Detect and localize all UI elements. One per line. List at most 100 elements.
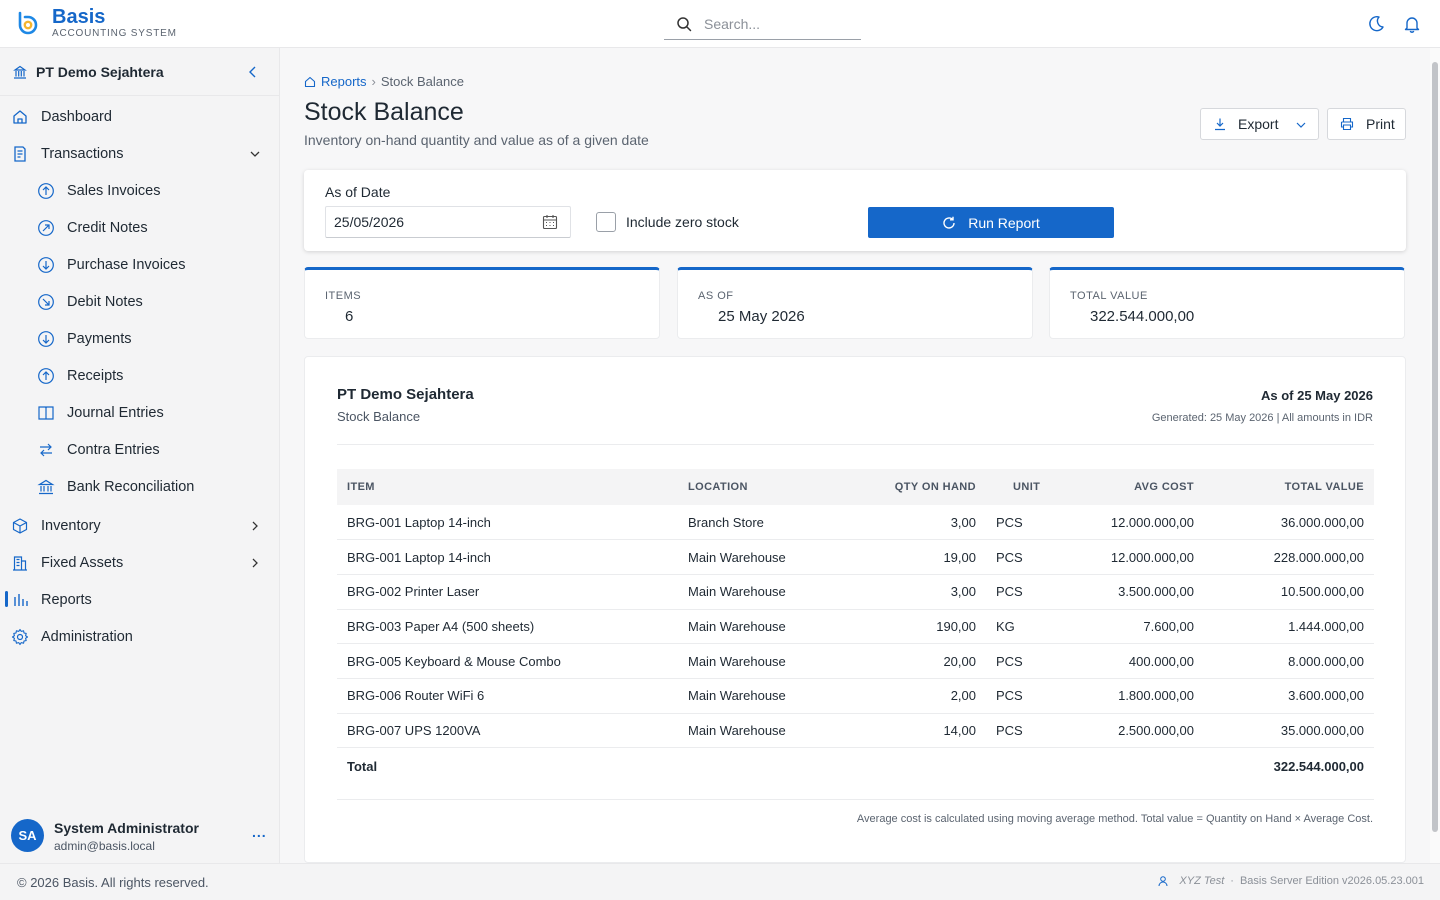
sidebar-item-inventory[interactable]: Inventory xyxy=(0,507,280,544)
sidebar-item-label: Debit Notes xyxy=(67,293,143,310)
sidebar-item-label: Inventory xyxy=(41,517,101,534)
sidebar-item-bank-reconciliation[interactable]: Bank Reconciliation xyxy=(0,468,280,505)
chevron-right-icon xyxy=(252,521,258,530)
export-button[interactable]: Export xyxy=(1200,108,1319,140)
swap-icon xyxy=(40,443,52,456)
cell-qty: 3,00 xyxy=(950,514,976,530)
sidebar-item-credit-notes[interactable]: Credit Notes xyxy=(0,209,280,246)
sidebar-item-contra-entries[interactable]: Contra Entries xyxy=(0,431,280,468)
table-row[interactable]: BRG-001 Laptop 14-inch Main Warehouse 19… xyxy=(337,540,1374,575)
brand-name: Basis xyxy=(52,6,106,28)
sidebar-item-fixed-assets[interactable]: Fixed Assets xyxy=(0,544,280,581)
sidebar-item-label: Payments xyxy=(67,330,132,347)
table-row[interactable]: BRG-005 Keyboard & Mouse Combo Main Ware… xyxy=(337,644,1374,679)
user-profile[interactable]: SA System Administrator admin@basis.loca… xyxy=(0,808,280,864)
column-header: LOCATION xyxy=(688,481,748,493)
table-row[interactable]: BRG-007 UPS 1200VA Main Warehouse 14,00 … xyxy=(337,713,1374,748)
as-of-date-field[interactable]: 25/05/2026 xyxy=(325,206,571,238)
sidebar-item-label: Receipts xyxy=(67,367,124,384)
cell-qty: 3,00 xyxy=(950,584,976,600)
cell-location: Main Warehouse xyxy=(688,618,786,634)
stat-card-as-of: AS OF 25 May 2026 xyxy=(677,267,1033,339)
avatar: SA xyxy=(11,819,44,852)
stat-value: 322.544.000,00 xyxy=(1090,308,1195,325)
report-generated: Generated: 25 May 2026 | All amounts in … xyxy=(1151,412,1373,424)
sidebar-item-administration[interactable]: Administration xyxy=(0,618,280,655)
building-icon xyxy=(13,65,27,79)
home-icon xyxy=(304,76,316,87)
report-footnote: Average cost is calculated using moving … xyxy=(856,813,1373,825)
stat-value: 25 May 2026 xyxy=(718,308,805,325)
brand[interactable]: Basis ACCOUNTING SYSTEM xyxy=(16,6,177,40)
table-row[interactable]: BRG-001 Laptop 14-inch Branch Store 3,00… xyxy=(337,505,1374,540)
stat-label: AS OF xyxy=(698,290,734,302)
sidebar-item-journal-entries[interactable]: Journal Entries xyxy=(0,394,280,431)
cell-item: BRG-007 UPS 1200VA xyxy=(347,722,481,738)
page-subtitle: Inventory on-hand quantity and value as … xyxy=(304,132,649,148)
calendar-icon[interactable] xyxy=(542,214,558,230)
cell-qty: 20,00 xyxy=(943,653,976,669)
sidebar-item-receipts[interactable]: Receipts xyxy=(0,357,280,394)
table-header-row: ITEM LOCATION QTY ON HAND UNIT AVG COST … xyxy=(337,469,1374,505)
arrow-up-circle-icon xyxy=(38,182,54,199)
sidebar-item-sales-invoices[interactable]: Sales Invoices xyxy=(0,172,280,209)
sidebar-item-label: Contra Entries xyxy=(67,441,160,458)
page-scrollbar[interactable] xyxy=(1430,48,1440,863)
cell-avg-cost: 12.000.000,00 xyxy=(1110,514,1194,530)
cell-item: BRG-002 Printer Laser xyxy=(347,584,480,600)
arrow-up-right-circle-icon xyxy=(38,219,54,236)
cell-unit: PCS xyxy=(996,584,1023,600)
report-as-of: As of 25 May 2026 xyxy=(1260,388,1373,403)
chevron-down-icon xyxy=(250,151,260,157)
cell-qty: 19,00 xyxy=(943,549,976,565)
user-email: admin@basis.local xyxy=(54,839,155,853)
breadcrumb-current: Stock Balance xyxy=(380,74,464,89)
arrow-down-circle-icon xyxy=(38,330,54,347)
total-label: Total xyxy=(347,758,378,774)
breadcrumb-reports-link[interactable]: Reports xyxy=(321,74,367,89)
chevron-left-icon[interactable] xyxy=(245,64,261,80)
cell-avg-cost: 3.500.000,00 xyxy=(1118,584,1194,600)
stat-label: ITEMS xyxy=(325,290,362,302)
sidebar-item-dashboard[interactable]: Dashboard xyxy=(0,98,280,135)
sidebar-item-payments[interactable]: Payments xyxy=(0,320,280,357)
sidebar-item-debit-notes[interactable]: Debit Notes xyxy=(0,283,280,320)
cell-unit: PCS xyxy=(996,653,1023,669)
sidebar-item-label: Fixed Assets xyxy=(41,554,124,571)
run-report-button[interactable]: Run Report xyxy=(868,207,1114,238)
search-input[interactable] xyxy=(704,15,854,32)
home-icon xyxy=(13,109,27,124)
sidebar-item-reports[interactable]: Reports xyxy=(0,581,280,618)
cell-unit: PCS xyxy=(996,688,1023,704)
sidebar-item-purchase-invoices[interactable]: Purchase Invoices xyxy=(0,246,280,283)
bell-icon[interactable] xyxy=(1402,14,1422,34)
cell-total: 10.500.000,00 xyxy=(1280,584,1364,600)
column-header: UNIT xyxy=(1013,481,1041,493)
report-title: Stock Balance xyxy=(337,409,421,424)
receipt-icon xyxy=(14,145,26,162)
cell-unit: PCS xyxy=(996,514,1023,530)
search-box[interactable] xyxy=(664,8,861,40)
include-zero-stock-label[interactable]: Include zero stock xyxy=(626,214,739,230)
sidebar-item-label: Journal Entries xyxy=(67,404,164,421)
divider xyxy=(337,444,1374,445)
table-row[interactable]: BRG-002 Printer Laser Main Warehouse 3,0… xyxy=(337,574,1374,610)
moon-icon[interactable] xyxy=(1366,14,1386,34)
gear-icon xyxy=(11,628,29,645)
page-title: Stock Balance xyxy=(304,98,464,126)
company-switcher[interactable]: PT Demo Sejahtera xyxy=(0,48,279,96)
sidebar-item-label: Bank Reconciliation xyxy=(67,478,195,495)
cell-location: Main Warehouse xyxy=(688,688,786,704)
sidebar-item-transactions[interactable]: Transactions xyxy=(0,135,280,172)
scrollbar-thumb[interactable] xyxy=(1432,62,1438,832)
print-button[interactable]: Print xyxy=(1327,108,1406,140)
user-menu-button[interactable]: ... xyxy=(252,824,267,840)
include-zero-stock-checkbox[interactable] xyxy=(596,212,616,232)
table-row[interactable]: BRG-003 Paper A4 (500 sheets) Main Wareh… xyxy=(337,609,1374,644)
total-value: 322.544.000,00 xyxy=(1273,758,1364,774)
cell-item: BRG-005 Keyboard & Mouse Combo xyxy=(347,653,561,669)
chevron-right-icon xyxy=(252,558,258,567)
column-header: TOTAL VALUE xyxy=(1284,481,1364,493)
run-report-label: Run Report xyxy=(968,214,1040,231)
table-row[interactable]: BRG-006 Router WiFi 6 Main Warehouse 2,0… xyxy=(337,678,1374,714)
